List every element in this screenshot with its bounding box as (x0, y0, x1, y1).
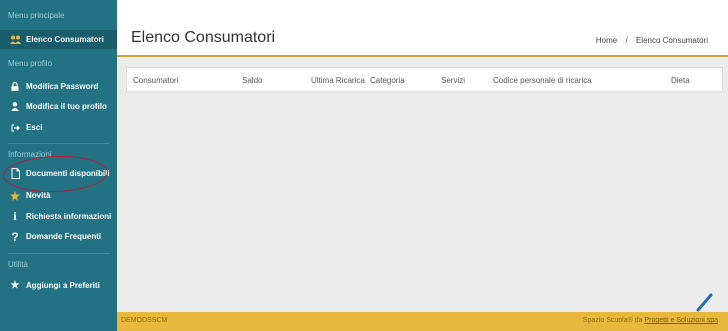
sidebar-item-label: Esci (26, 123, 43, 132)
main-content: Elenco Consumatori Home / Elenco Consuma… (117, 0, 728, 331)
page-header: Elenco Consumatori Home / Elenco Consuma… (117, 0, 728, 57)
sidebar-divider (8, 143, 109, 144)
lock-icon (9, 82, 21, 91)
pencil-icon (696, 293, 713, 312)
footer-credit-link[interactable]: Progetti e Soluzioni spa (644, 317, 718, 324)
breadcrumb-separator: / (625, 36, 628, 45)
sidebar-item-domande-frequenti[interactable]: ? Domande Frequenti (0, 227, 117, 246)
column-header-servizi[interactable]: Servizi (441, 76, 465, 85)
sidebar-item-label: Elenco Consumatori (26, 35, 104, 44)
sidebar-item-elenco-consumatori[interactable]: Elenco Consumatori (0, 30, 117, 49)
sidebar-section-title: Menu principale (8, 11, 65, 20)
info-icon: i (13, 209, 17, 223)
sidebar-item-label: Domande Frequenti (26, 232, 102, 241)
footer-code: DEMODSSCM (121, 317, 168, 324)
sidebar-item-modifica-profilo[interactable]: Modifica il tuo profilo (0, 97, 117, 116)
consumers-table: Consumatori Saldo Ultima Ricarica Catego… (126, 67, 723, 92)
sidebar-section-title: Utilità (8, 260, 29, 269)
sidebar-item-aggiungi-preferiti[interactable]: ★ Aggiungi a Preferiti (0, 276, 117, 295)
sign-out-icon (9, 124, 21, 132)
breadcrumb-current: Elenco Consumatori (635, 36, 708, 45)
sidebar-item-label: Richiesta informazioni (26, 212, 112, 221)
sidebar-item-novita[interactable]: Novità (0, 186, 117, 205)
sidebar-item-label: Aggiungi a Preferiti (26, 281, 100, 290)
user-icon (9, 102, 21, 111)
star-icon: ★ (10, 280, 20, 291)
sidebar-divider (8, 253, 109, 254)
sidebar-item-esci[interactable]: Esci (0, 118, 117, 137)
sidebar-item-label: Modifica il tuo profilo (26, 102, 107, 111)
column-header-consumatori[interactable]: Consumatori (133, 76, 178, 85)
users-icon (9, 35, 21, 44)
sidebar-item-richiesta-informazioni[interactable]: i Richiesta informazioni (0, 207, 117, 226)
footer-credit-prefix: Spazio Scuola® da (582, 317, 643, 324)
news-icon (9, 190, 21, 201)
sidebar: Menu principale Elenco Consumatori Menu … (0, 0, 117, 331)
footer-credit: Spazio Scuola® da Progetti e Soluzioni s… (583, 317, 718, 324)
sidebar-item-label: Novità (26, 191, 51, 200)
page-title: Elenco Consumatori (131, 29, 276, 46)
breadcrumb: Home / Elenco Consumatori (596, 36, 708, 45)
column-header-saldo[interactable]: Saldo (242, 76, 262, 85)
question-icon: ? (11, 229, 19, 244)
column-header-dieta[interactable]: Dieta (671, 76, 690, 85)
breadcrumb-home[interactable]: Home (596, 36, 617, 45)
column-header-ultima-ricarica[interactable]: Ultima Ricarica (311, 76, 365, 85)
sidebar-section-title: Menu profilo (8, 59, 53, 68)
column-header-categoria[interactable]: Categoria (370, 76, 405, 85)
sidebar-item-modifica-password[interactable]: Modifica Password (0, 77, 117, 96)
column-header-codice-ricarica[interactable]: Codice personale di ricarica (493, 76, 592, 85)
footer: DEMODSSCM Spazio Scuola® da Progetti e S… (117, 312, 728, 331)
sidebar-item-label: Modifica Password (26, 82, 99, 91)
